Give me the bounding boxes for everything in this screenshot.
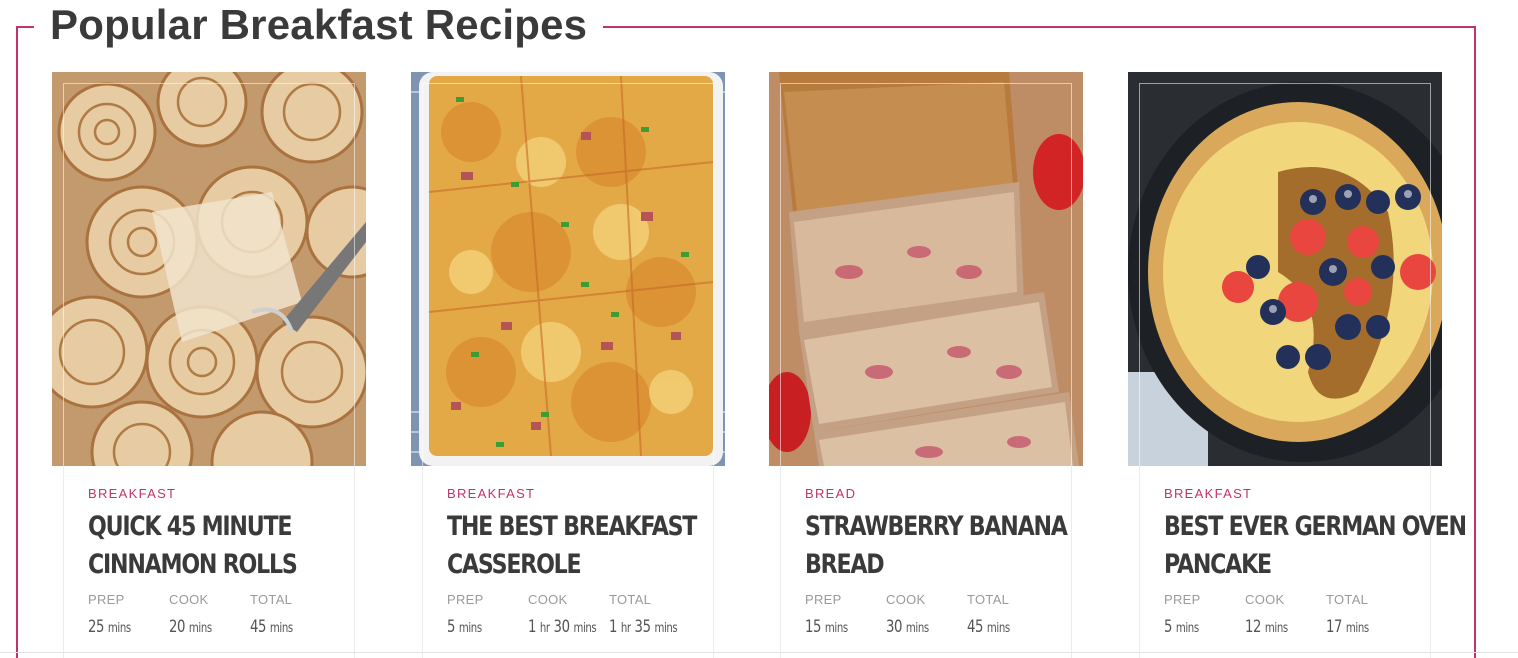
recipe-title-line[interactable]: THE BEST BREAKFAST [447, 508, 697, 546]
cook-number-2: 30 [553, 617, 570, 637]
card-body: BREAKFAST QUICK 45 MINUTE CINNAMON ROLLS… [63, 466, 355, 658]
card-body: BREAD STRAWBERRY BANANA BREAD PREP 15 mi… [780, 466, 1072, 658]
cook-unit: mins [1264, 621, 1288, 636]
recipe-title-line[interactable]: QUICK 45 MINUTE [88, 508, 293, 546]
prep-time: PREP 15 mins [805, 592, 860, 637]
recipe-title-line[interactable]: CINNAMON ROLLS [88, 546, 298, 584]
total-label: TOTAL [1326, 592, 1369, 607]
total-number: 45 [967, 617, 984, 637]
recipe-category[interactable]: BREAKFAST [88, 486, 176, 501]
total-time: TOTAL 17 mins [1326, 592, 1381, 637]
prep-label: PREP [447, 592, 484, 607]
card-body: BREAKFAST THE BEST BREAKFAST CASSEROLE P… [422, 466, 714, 658]
recipe-card[interactable]: BREAKFAST QUICK 45 MINUTE CINNAMON ROLLS… [52, 72, 366, 658]
prep-label: PREP [805, 592, 842, 607]
recipe-title[interactable]: STRAWBERRY BANANA BREAD [805, 508, 1068, 584]
recipe-card[interactable]: BREAKFAST THE BEST BREAKFAST CASSEROLE P… [411, 72, 725, 658]
recipe-title-line[interactable]: BEST EVER GERMAN OVEN [1164, 508, 1467, 546]
prep-unit: mins [1175, 621, 1199, 636]
total-time: TOTAL 45 mins [967, 592, 1022, 637]
recipe-image-breakfast-casserole[interactable] [411, 72, 725, 466]
section-title: Popular Breakfast Recipes [34, 0, 604, 50]
prep-number: 5 [1164, 617, 1173, 637]
prep-number: 25 [88, 617, 105, 637]
recipe-title-line[interactable]: BREAD [805, 546, 1010, 584]
recipe-card[interactable]: BREAD STRAWBERRY BANANA BREAD PREP 15 mi… [769, 72, 1083, 658]
recipe-card[interactable]: BREAKFAST BEST EVER GERMAN OVEN PANCAKE … [1128, 72, 1467, 658]
prep-number: 15 [805, 617, 822, 637]
total-value: 45 mins [250, 617, 293, 637]
cook-unit: mins [905, 621, 929, 636]
recipe-category[interactable]: BREAD [805, 486, 856, 501]
total-number: 45 [250, 617, 267, 637]
recipe-title[interactable]: QUICK 45 MINUTE CINNAMON ROLLS [88, 508, 298, 584]
cook-number: 30 [886, 617, 903, 637]
prep-unit: mins [824, 621, 848, 636]
recipe-title-line[interactable]: PANCAKE [1164, 546, 1369, 584]
prep-value: 15 mins [805, 617, 848, 637]
cook-label: COOK [886, 592, 926, 607]
prep-time: PREP 5 mins [447, 592, 492, 637]
total-unit: mins [269, 621, 293, 636]
cook-number: 1 [528, 617, 537, 637]
total-unit: mins [986, 621, 1010, 636]
total-number-2: 35 [634, 617, 651, 637]
recipe-image-german-oven-pancake[interactable] [1128, 72, 1442, 466]
total-number: 17 [1326, 617, 1343, 637]
total-time: TOTAL 45 mins [250, 592, 305, 637]
total-label: TOTAL [609, 592, 652, 607]
cook-number: 20 [169, 617, 186, 637]
cook-unit: hr [539, 621, 550, 636]
card-body: BREAKFAST BEST EVER GERMAN OVEN PANCAKE … [1139, 466, 1467, 658]
cook-label: COOK [169, 592, 209, 607]
cook-unit-2: mins [573, 621, 597, 636]
recipe-category[interactable]: BREAKFAST [447, 486, 535, 501]
total-value: 45 mins [967, 617, 1010, 637]
cook-time: COOK 12 mins [1245, 592, 1300, 637]
recipe-title[interactable]: THE BEST BREAKFAST CASSEROLE [447, 508, 697, 584]
prep-time: PREP 5 mins [1164, 592, 1209, 637]
total-number: 1 [609, 617, 618, 637]
prep-value: 25 mins [88, 617, 131, 637]
cook-label: COOK [528, 592, 568, 607]
prep-number: 5 [447, 617, 456, 637]
recipe-title-line[interactable]: CASSEROLE [447, 546, 652, 584]
total-value: 17 mins [1326, 617, 1369, 637]
recipe-image-cinnamon-rolls[interactable] [52, 72, 366, 466]
total-unit-2: mins [654, 621, 678, 636]
divider [0, 652, 1518, 653]
prep-label: PREP [1164, 592, 1201, 607]
cook-unit: mins [188, 621, 212, 636]
cook-value: 30 mins [886, 617, 929, 637]
cook-value: 20 mins [169, 617, 212, 637]
total-value: 1 hr 35 mins [609, 617, 678, 637]
prep-time: PREP 25 mins [88, 592, 143, 637]
total-unit: mins [1345, 621, 1369, 636]
total-unit: hr [620, 621, 631, 636]
recipe-title[interactable]: BEST EVER GERMAN OVEN PANCAKE [1164, 508, 1467, 584]
cook-value: 1 hr 30 mins [528, 617, 597, 637]
prep-unit: mins [107, 621, 131, 636]
cook-label: COOK [1245, 592, 1285, 607]
prep-label: PREP [88, 592, 125, 607]
recipe-image-strawberry-banana-bread[interactable] [769, 72, 1083, 466]
cook-value: 12 mins [1245, 617, 1288, 637]
total-time: TOTAL 1 hr 35 mins [609, 592, 697, 637]
cook-time: COOK 20 mins [169, 592, 224, 637]
prep-value: 5 mins [1164, 617, 1199, 637]
prep-unit: mins [458, 621, 482, 636]
recipe-title-line[interactable]: STRAWBERRY BANANA [805, 508, 1068, 546]
total-label: TOTAL [250, 592, 293, 607]
cook-time: COOK 30 mins [886, 592, 941, 637]
total-label: TOTAL [967, 592, 1010, 607]
cook-time: COOK 1 hr 30 mins [528, 592, 616, 637]
recipe-category[interactable]: BREAKFAST [1164, 486, 1252, 501]
prep-value: 5 mins [447, 617, 482, 637]
cook-number: 12 [1245, 617, 1262, 637]
